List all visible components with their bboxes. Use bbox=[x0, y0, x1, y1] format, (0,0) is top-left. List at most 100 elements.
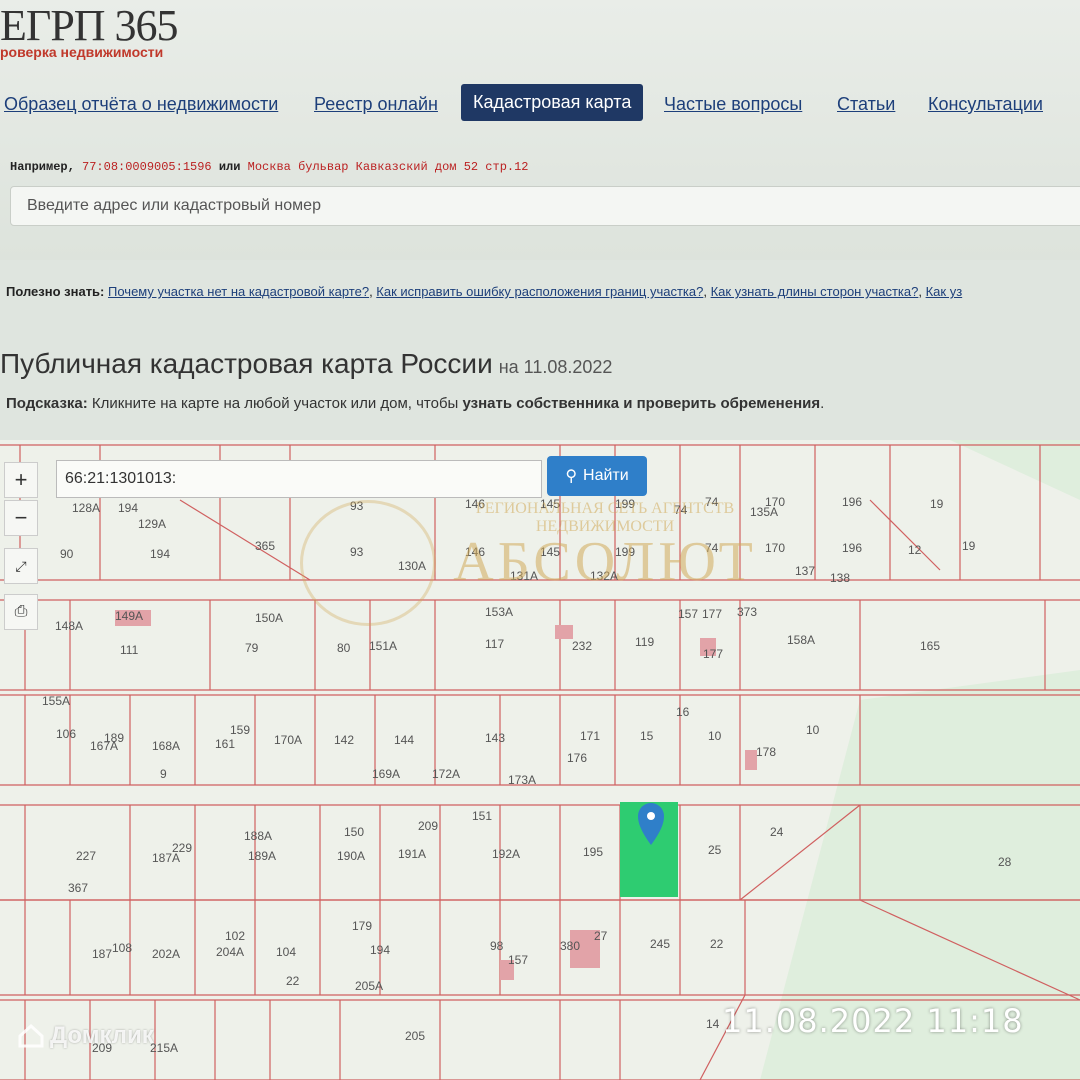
hint-label: Подсказка: bbox=[6, 395, 88, 412]
parcel-label: 16 bbox=[676, 705, 690, 719]
nav-sample-report[interactable]: Образец отчёта о недвижимости bbox=[4, 94, 278, 115]
parcel-label: 171 bbox=[580, 729, 600, 743]
parcel-label: 245 bbox=[650, 937, 670, 951]
parcel-label: 195 bbox=[583, 845, 603, 859]
parcel-label: 10 bbox=[708, 729, 722, 743]
parcel-label: 205А bbox=[355, 979, 383, 993]
parcel-label: 168А bbox=[152, 739, 180, 753]
nav-articles[interactable]: Статьи bbox=[837, 94, 895, 115]
parcel-label: 192А bbox=[492, 847, 520, 861]
parcel-label: 19 bbox=[930, 497, 944, 511]
parcel-label: 191А bbox=[398, 847, 426, 861]
zoom-out-button[interactable]: − bbox=[4, 500, 38, 536]
parcel-label: 151 bbox=[472, 809, 492, 823]
parcel-label: 178 bbox=[756, 745, 776, 759]
parcel-label: 190А bbox=[337, 849, 365, 863]
parcel-label: 176 bbox=[567, 751, 587, 765]
main-nav: Образец отчёта о недвижимости Реестр онл… bbox=[0, 84, 1080, 128]
parcel-label: 137 bbox=[795, 564, 815, 578]
watermark-emblem bbox=[300, 500, 436, 626]
parcel-label: 365 bbox=[255, 539, 275, 553]
useful-link-3[interactable]: Как узнать длины сторон участка? bbox=[711, 284, 919, 299]
search-icon: ⚲ bbox=[565, 468, 578, 485]
parcel-label: 150А bbox=[255, 611, 283, 625]
nav-consultations[interactable]: Консультации bbox=[928, 94, 1043, 115]
parcel-label: 142 bbox=[334, 733, 354, 747]
useful-label: Полезно знать: bbox=[6, 284, 105, 299]
parcel-label: 144 bbox=[394, 733, 414, 747]
parcel-label: 111 bbox=[120, 643, 139, 657]
find-button[interactable]: ⚲ Найти bbox=[547, 456, 647, 496]
parcel-label: 229 bbox=[172, 841, 192, 855]
useful-links: Полезно знать: Почему участка нет на кад… bbox=[6, 284, 963, 299]
parcel-label: 155А bbox=[42, 694, 70, 708]
parcel-label: 189А bbox=[248, 849, 276, 863]
parcel-label: 128А bbox=[72, 501, 100, 515]
domclick-logo-icon bbox=[18, 1024, 44, 1048]
parcel-label: 102 bbox=[225, 929, 245, 943]
photo-timestamp: 11.08.2022 11:18 bbox=[722, 1002, 1024, 1040]
parcel-label: 196 bbox=[842, 495, 862, 509]
parcel-label: 22 bbox=[710, 937, 724, 951]
parcel-label: 129А bbox=[138, 517, 166, 531]
useful-link-1[interactable]: Почему участка нет на кадастровой карте? bbox=[108, 284, 369, 299]
parcel-label: 117 bbox=[485, 637, 504, 651]
parcel-label: 12 bbox=[908, 543, 922, 557]
search-example: Например, 77:08:0009005:1596 или Москва … bbox=[10, 160, 529, 174]
hint-text: Кликните на карте на любой участок или д… bbox=[91, 395, 459, 412]
parcel-label: 9 bbox=[160, 767, 167, 781]
parcel-label: 149А bbox=[115, 609, 143, 623]
parcel-label: 367 bbox=[68, 881, 88, 895]
parcel-label: 209 bbox=[418, 819, 438, 833]
parcel-label: 194 bbox=[150, 547, 170, 561]
parcel-label: 380 bbox=[560, 939, 580, 953]
parcel-label: 24 bbox=[770, 825, 784, 839]
page-title: Публичная кадастровая карта России на 11.… bbox=[0, 348, 612, 380]
print-icon[interactable]: ⎙ bbox=[4, 594, 38, 630]
hint-bold: узнать собственника и проверить обремене… bbox=[462, 395, 821, 412]
parcel-label: 227 bbox=[76, 849, 96, 863]
example-code: 77:08:0009005:1596 bbox=[82, 160, 212, 174]
parcel-label: 373 bbox=[737, 605, 757, 619]
parcel-label: 169А bbox=[372, 767, 400, 781]
parcel-label: 172А bbox=[432, 767, 460, 781]
useful-link-2[interactable]: Как исправить ошибку расположения границ… bbox=[376, 284, 703, 299]
logo-subtitle: роверка недвижимости bbox=[0, 44, 164, 60]
parcel-label: 177 bbox=[702, 607, 722, 621]
parcel-label: 194 bbox=[370, 943, 390, 957]
parcel-label: 232 bbox=[572, 639, 592, 653]
fullscreen-icon[interactable]: ⤢ bbox=[4, 548, 38, 584]
page-title-date: на 11.08.2022 bbox=[498, 357, 613, 377]
parcel-label: 165 bbox=[920, 639, 940, 653]
hint: Подсказка: Кликните на карте на любой уч… bbox=[6, 395, 825, 412]
map-search-input[interactable] bbox=[56, 460, 542, 498]
parcel-label: 196 bbox=[842, 541, 862, 555]
nav-faq[interactable]: Частые вопросы bbox=[664, 94, 802, 115]
parcel-label: 28 bbox=[998, 855, 1012, 869]
parcel-label: 15 bbox=[640, 729, 654, 743]
parcel-label: 80 bbox=[337, 641, 351, 655]
parcel-label: 143 bbox=[485, 731, 505, 745]
parcel-label: 157 bbox=[678, 607, 698, 621]
watermark: РЕГИОНАЛЬНАЯ СЕТЬ АГЕНТСТВ НЕДВИЖИМОСТИ … bbox=[440, 500, 770, 594]
example-address: Москва бульвар Кавказский дом 52 стр.12 bbox=[247, 160, 529, 174]
domclick-brand: Домклик bbox=[50, 1022, 154, 1049]
parcel-label: 194 bbox=[118, 501, 138, 515]
cadastral-map[interactable]: 128А 194 129А 90 194 93 146 145 199 74 74 170 196 19 1… bbox=[0, 440, 1080, 1080]
nav-registry-online[interactable]: Реестр онлайн bbox=[314, 94, 438, 115]
parcel-label: 90 bbox=[60, 547, 74, 561]
parcel-label: 150 bbox=[344, 825, 364, 839]
address-search-input[interactable] bbox=[10, 186, 1080, 226]
site-header: ЕГРП 365 роверка недвижимости Образец от… bbox=[0, 0, 1080, 260]
watermark-brand: АБСОЛЮТ bbox=[453, 531, 757, 593]
parcel-label: 170А bbox=[274, 733, 302, 747]
nav-cadastral-map[interactable]: Кадастровая карта bbox=[461, 84, 644, 121]
find-button-label: Найти bbox=[583, 467, 629, 484]
parcel-label: 204А bbox=[216, 945, 244, 959]
zoom-in-button[interactable]: + bbox=[4, 462, 38, 498]
parcel-label: 158А bbox=[787, 633, 815, 647]
parcel-label: 138 bbox=[830, 571, 850, 585]
useful-link-4[interactable]: Как уз bbox=[926, 284, 963, 299]
parcel-label: 14 bbox=[706, 1017, 720, 1031]
page-title-text: Публичная кадастровая карта России bbox=[0, 348, 493, 379]
